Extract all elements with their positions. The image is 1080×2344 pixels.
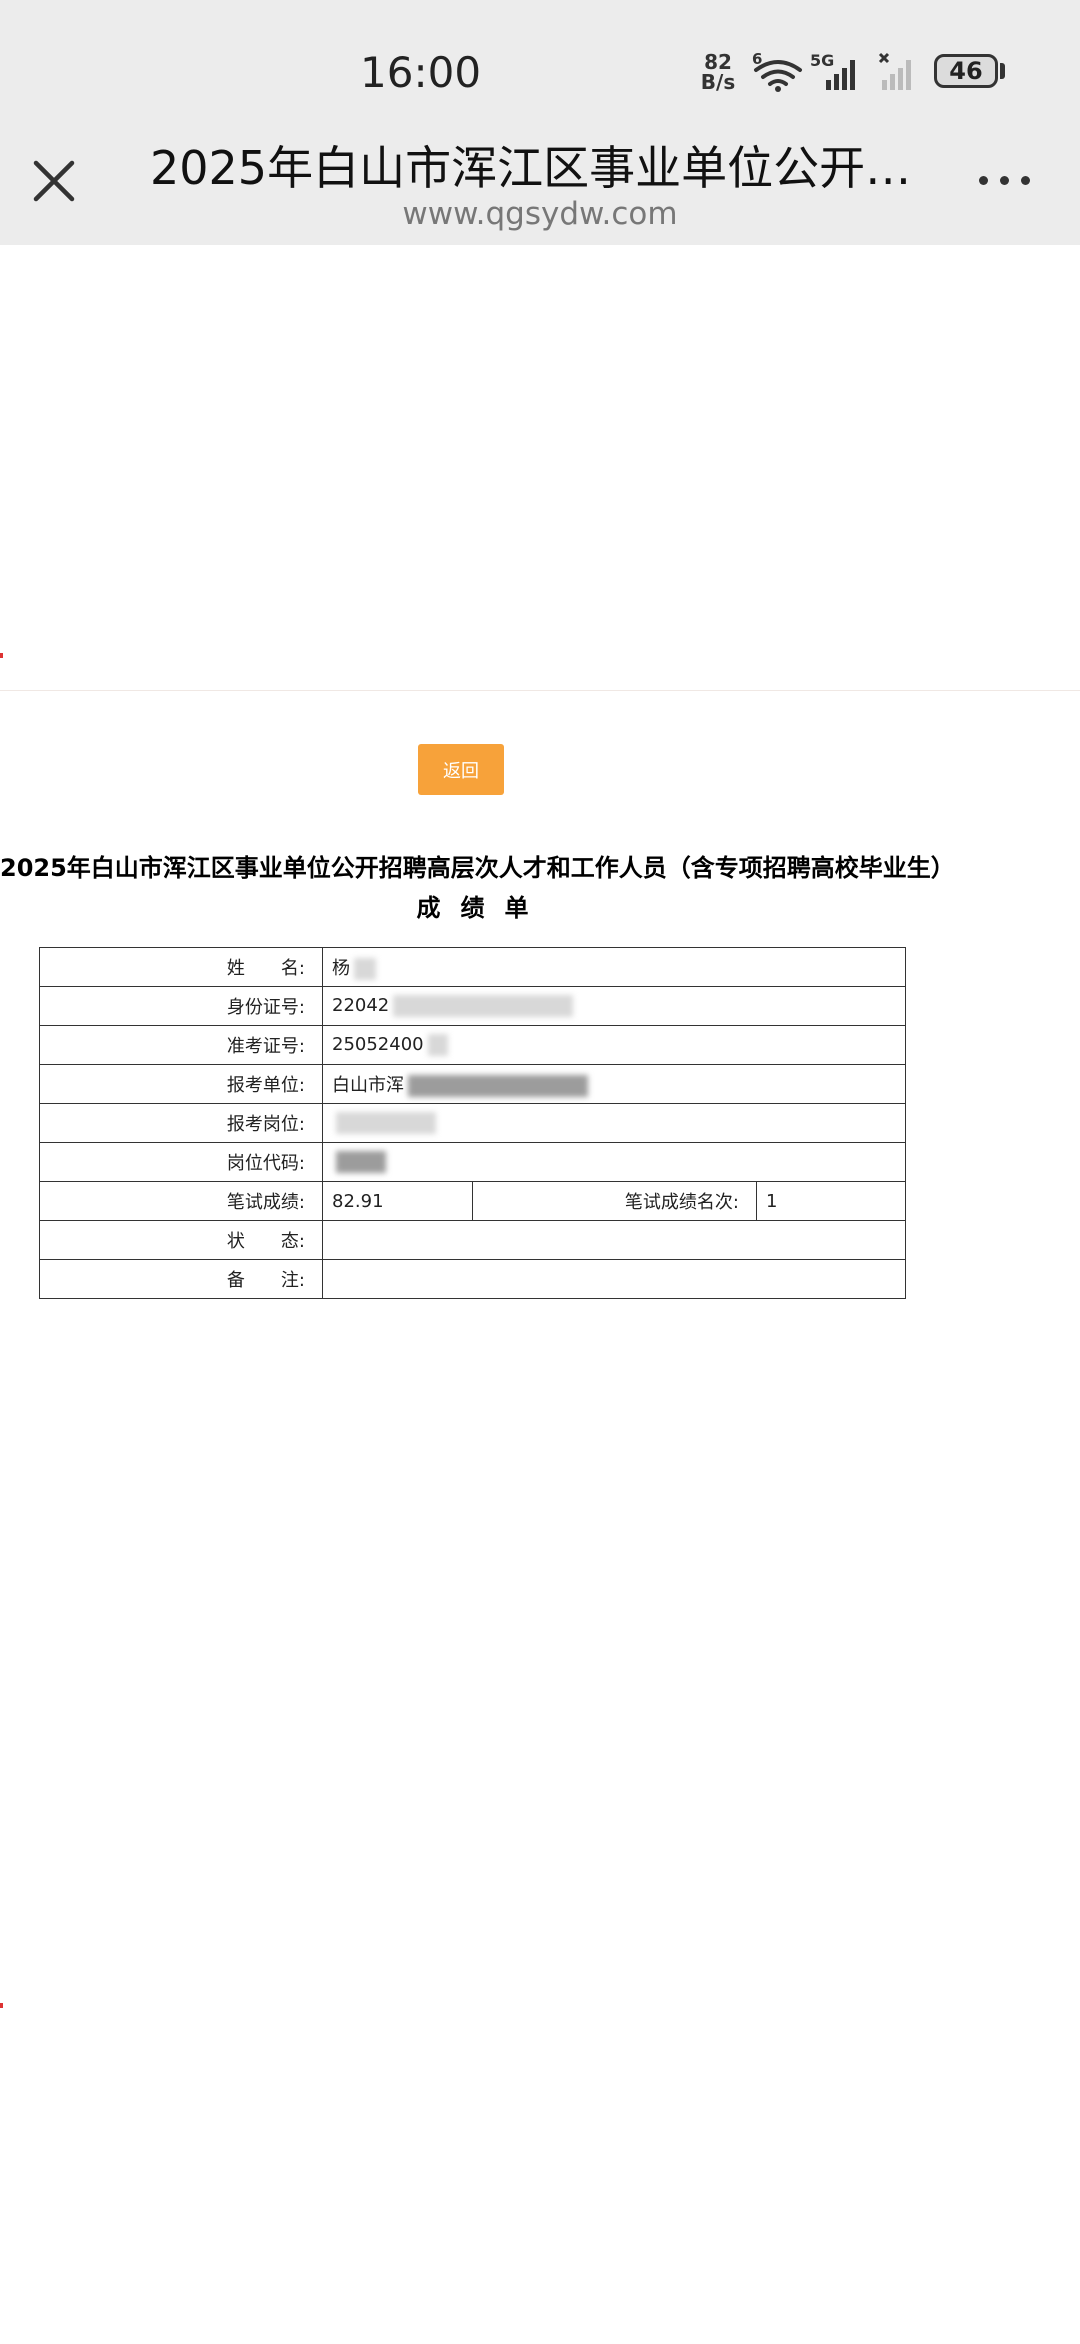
edge-mark: [0, 2003, 3, 2008]
browser-url: www.qgsydw.com: [402, 196, 678, 232]
ticket-value: 25052400: [332, 1034, 424, 1055]
table-row: 报考单位: 白山市浑: [39, 1064, 906, 1104]
ticket-cell: 25052400: [322, 1025, 906, 1065]
post-cell: [322, 1103, 906, 1143]
unit-cell: 白山市浑: [322, 1064, 906, 1104]
remark-label: 备 注:: [39, 1259, 323, 1299]
redaction: [354, 958, 376, 980]
written-score-label: 笔试成绩:: [39, 1181, 323, 1221]
id-cell: 22042: [322, 986, 906, 1026]
name-label: 姓 名:: [39, 947, 323, 987]
table-row: 备 注:: [39, 1259, 906, 1299]
status-label: 状 态:: [39, 1220, 323, 1260]
table-row: 笔试成绩: 82.91 笔试成绩名次: 1: [39, 1181, 906, 1221]
signal-icon: 5G: [810, 51, 855, 90]
close-icon: [33, 160, 75, 202]
id-value: 22042: [332, 995, 390, 1016]
code-cell: [322, 1142, 906, 1182]
browser-header: 16:00 82 B/s 6 5G 46 2025年白山市浑江区事业单位公开… …: [0, 0, 1080, 245]
score-table: 姓 名: 杨 身份证号: 22042 准考证号: 25052400 报考单位: …: [39, 947, 906, 1299]
doc-subtitle: 成绩单: [416, 894, 549, 922]
table-row: 状 态:: [39, 1220, 906, 1260]
battery-tip: [1000, 63, 1005, 79]
remark-value: [322, 1259, 906, 1299]
more-icon: [979, 176, 988, 185]
id-label: 身份证号:: [39, 986, 323, 1026]
back-button[interactable]: 返回: [418, 744, 504, 795]
name-value: 杨: [332, 958, 350, 979]
written-score-value: 82.91: [322, 1181, 473, 1221]
battery-icon: 46: [934, 54, 998, 88]
table-row: 岗位代码:: [39, 1142, 906, 1182]
more-button[interactable]: [975, 172, 1035, 192]
redaction: [408, 1075, 588, 1097]
redaction: [336, 1112, 436, 1134]
status-icons: 6 5G: [748, 50, 928, 98]
ticket-label: 准考证号:: [39, 1025, 323, 1065]
written-rank-value: 1: [756, 1181, 906, 1221]
table-row: 身份证号: 22042: [39, 986, 906, 1026]
status-value: [322, 1220, 906, 1260]
table-row: 报考岗位:: [39, 1103, 906, 1143]
code-label: 岗位代码:: [39, 1142, 323, 1182]
net-speed: 82 B/s: [700, 52, 736, 92]
unit-value: 白山市浑: [332, 1075, 404, 1096]
close-button[interactable]: [28, 155, 80, 207]
cell-badge: 5G: [810, 51, 834, 70]
table-row: 准考证号: 25052400: [39, 1025, 906, 1065]
written-rank-label: 笔试成绩名次:: [472, 1181, 757, 1221]
divider: [0, 690, 1080, 691]
net-speed-value: 82: [704, 50, 732, 74]
post-label: 报考岗位:: [39, 1103, 323, 1143]
browser-page-title: 2025年白山市浑江区事业单位公开…: [150, 141, 910, 195]
redaction: [427, 1034, 448, 1056]
redaction: [336, 1151, 386, 1173]
wifi-icon: 6: [752, 50, 802, 92]
edge-mark: [0, 653, 3, 658]
redaction: [393, 995, 574, 1017]
status-time: 16:00: [360, 48, 482, 97]
unit-label: 报考单位:: [39, 1064, 323, 1104]
name-cell: 杨: [322, 947, 906, 987]
doc-title: 2025年白山市浑江区事业单位公开招聘高层次人才和工作人员（含专项招聘高校毕业生…: [0, 854, 955, 882]
signal-2-icon: [878, 52, 911, 90]
net-speed-unit: B/s: [700, 70, 736, 94]
table-row: 姓 名: 杨: [39, 947, 906, 987]
